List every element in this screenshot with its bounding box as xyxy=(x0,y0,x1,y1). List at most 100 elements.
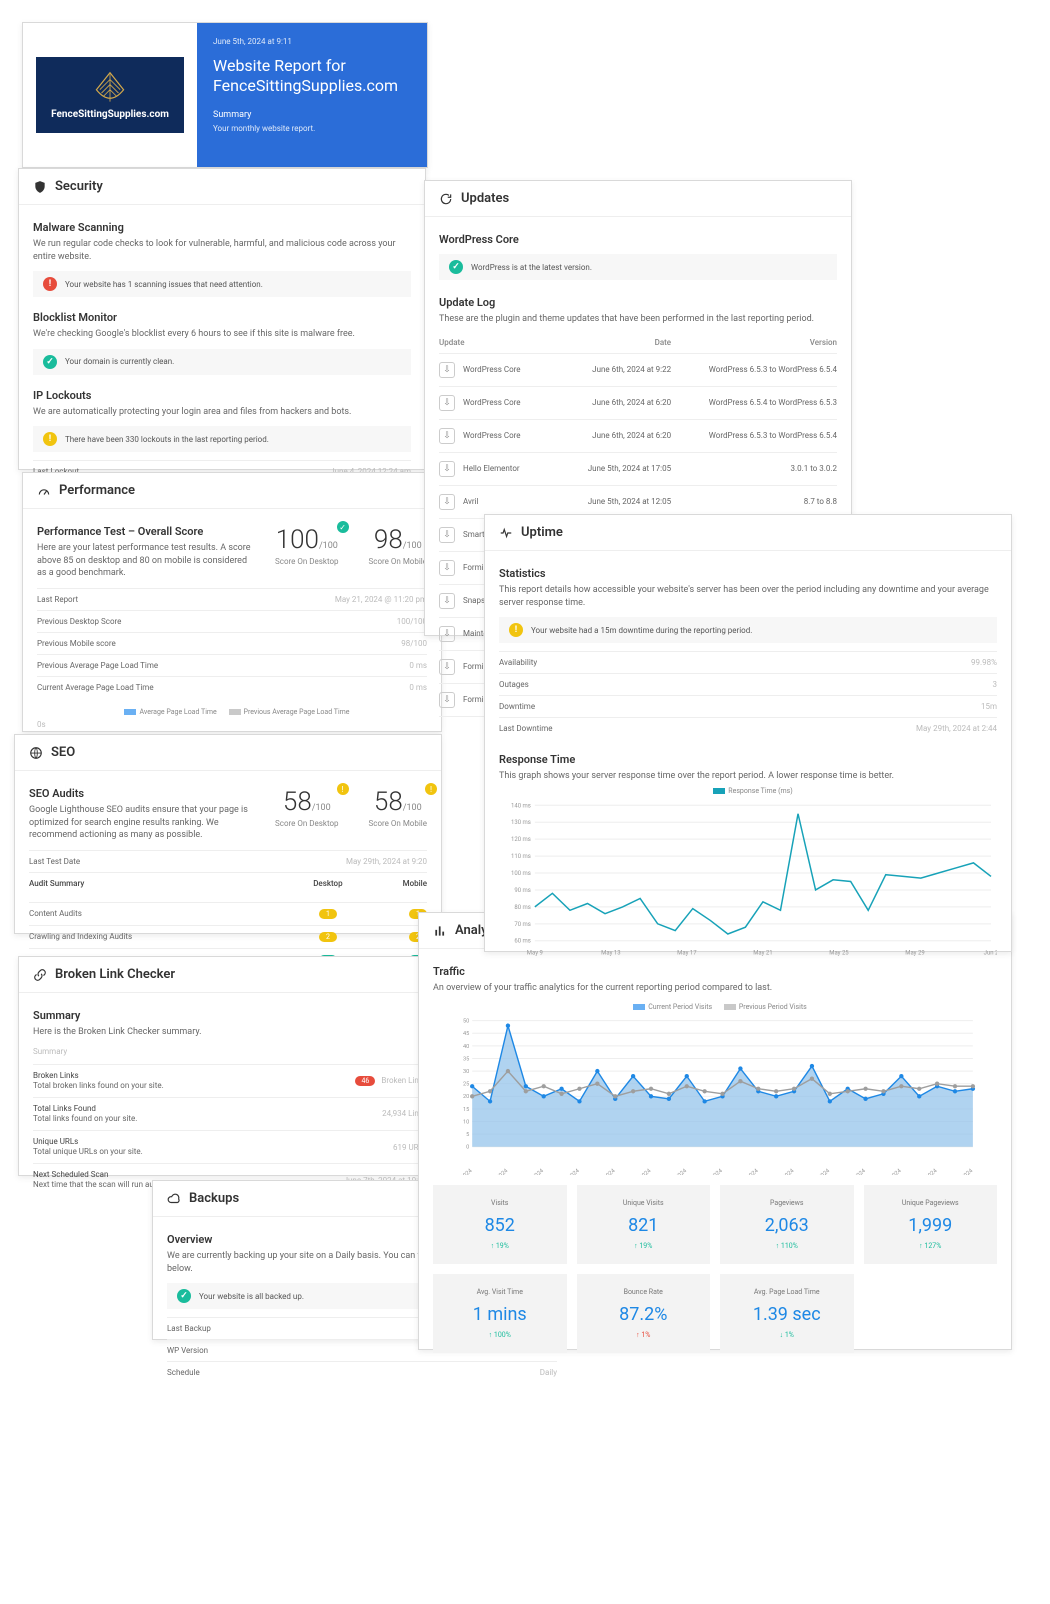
blc-row: Unique URLs Total unique URLs on your si… xyxy=(33,1130,427,1163)
uptime-title: Uptime xyxy=(521,525,563,540)
svg-text:May 21: May 21 xyxy=(753,949,772,956)
gauge-icon xyxy=(37,484,51,498)
kv-key: Previous Desktop Score xyxy=(37,617,121,626)
metric-box: Avg. Visit Time 1 mins ↑ 100% xyxy=(433,1274,567,1353)
package-icon: ⇩ xyxy=(439,560,455,576)
kv-row: Outages 3 xyxy=(499,673,997,695)
update-version: WordPress 6.5.3 to WordPress 6.5.4 xyxy=(671,353,837,386)
svg-text:May 7, 2024: May 7, 2024 xyxy=(446,1167,474,1174)
metric-delta: ↓ 1% xyxy=(724,1331,850,1339)
uptime-card: Uptime Statistics This report details ho… xyxy=(484,514,1012,952)
package-icon: ⇩ xyxy=(439,494,455,510)
svg-text:May 21, 2024: May 21, 2024 xyxy=(694,1167,724,1174)
shield-icon xyxy=(33,180,47,194)
package-icon: ⇩ xyxy=(439,593,455,609)
kv-value: 3 xyxy=(993,680,998,689)
response-legend: Response Time (ms) xyxy=(499,787,997,795)
package-icon: ⇩ xyxy=(439,527,455,543)
col-update: Update xyxy=(439,332,563,354)
metric-delta: ↑ 1% xyxy=(581,1331,707,1339)
svg-text:35: 35 xyxy=(463,1056,469,1062)
blocklist-status: Your domain is currently clean. xyxy=(65,357,174,366)
svg-text:10: 10 xyxy=(463,1119,469,1125)
kv-row: Last Report May 21, 2024 @ 11:20 pm xyxy=(37,588,427,610)
metric-box: Bounce Rate 87.2% ↑ 1% xyxy=(577,1274,711,1353)
update-date: June 6th, 2024 at 9:22 xyxy=(563,353,671,386)
blc-row-key: Unique URLs xyxy=(33,1137,143,1146)
leaf-icon xyxy=(93,71,127,105)
perf-legend: Average Page Load Time Previous Average … xyxy=(37,708,427,716)
uptime-status: Your website had a 15m downtime during t… xyxy=(531,626,752,635)
perf-overall-heading: Performance Test – Overall Score xyxy=(37,525,255,538)
response-time-desc: This graph shows your server response ti… xyxy=(499,770,997,783)
updatelog-heading: Update Log xyxy=(439,296,837,309)
wpcore-status-row: ✓ WordPress is at the latest version. xyxy=(439,254,837,280)
seo-audits-heading: SEO Audits xyxy=(29,787,255,800)
performance-card: Performance Performance Test – Overall S… xyxy=(22,472,442,732)
svg-text:110 ms: 110 ms xyxy=(511,853,531,860)
audit-name: Crawling and Indexing Audits xyxy=(29,932,132,942)
analytics-card: Analytics Traffic An overview of your tr… xyxy=(418,912,1012,1350)
svg-text:May 11, 2024: May 11, 2024 xyxy=(515,1167,545,1174)
traffic-chart: 50454035302520151050May 7, 2024May 9, 20… xyxy=(433,1015,997,1175)
svg-text:15: 15 xyxy=(463,1106,469,1112)
globe-icon xyxy=(29,746,43,760)
svg-text:May 13, 2024: May 13, 2024 xyxy=(551,1167,581,1174)
kv-key: Schedule xyxy=(167,1368,200,1377)
blc-title: Broken Link Checker xyxy=(55,967,175,982)
blc-summary-desc: Here is the Broken Link Checker summary. xyxy=(33,1026,427,1039)
svg-text:May 31, 2024: May 31, 2024 xyxy=(873,1167,903,1174)
kv-row: Last Test Date May 29th, 2024 at 9:20 xyxy=(29,850,427,872)
metric-value: 1.39 sec xyxy=(724,1304,850,1325)
update-name: Hello Elementor xyxy=(463,464,520,473)
backups-title: Backups xyxy=(189,1191,239,1206)
audit-row: Crawling and Indexing Audits 2 2 xyxy=(29,925,427,948)
blc-summary-label: Summary xyxy=(33,1009,427,1022)
package-icon: ⇩ xyxy=(439,692,455,708)
response-time-chart: 140 ms130 ms120 ms110 ms100 ms90 ms80 ms… xyxy=(499,799,997,959)
kv-row: Downtime 15m xyxy=(499,695,997,717)
svg-text:May 25, 2024: May 25, 2024 xyxy=(766,1167,796,1174)
svg-text:100 ms: 100 ms xyxy=(511,870,531,877)
kv-key: Outages xyxy=(499,680,529,689)
uptime-stats-h: Statistics xyxy=(499,567,997,580)
kv-key: Previous Mobile score xyxy=(37,639,116,648)
svg-text:5: 5 xyxy=(466,1132,469,1138)
metric-delta: ↑ 100% xyxy=(437,1331,563,1339)
performance-head: Performance xyxy=(23,473,441,509)
svg-text:Jun 4, 2024: Jun 4, 2024 xyxy=(948,1167,975,1174)
metric-value: 87.2% xyxy=(581,1304,707,1325)
updatelog-desc: These are the plugin and theme updates t… xyxy=(439,313,837,326)
warn-icon: ! xyxy=(43,432,57,446)
pulse-icon xyxy=(499,526,513,540)
package-icon: ⇩ xyxy=(439,362,455,378)
perf-axis-zero: 0s xyxy=(37,720,427,729)
blc-row-key: Total Links Found xyxy=(33,1104,137,1113)
metric-title: Avg. Page Load Time xyxy=(724,1288,850,1296)
desktop-pill: 2 xyxy=(319,932,337,942)
alert-icon: ! xyxy=(43,277,57,291)
logo-panel: FenceSittingSupplies.com xyxy=(23,23,197,167)
warn-icon: ! xyxy=(425,783,437,795)
package-icon: ⇩ xyxy=(439,461,455,477)
update-name: WordPress Core xyxy=(463,431,521,440)
svg-text:Jun 2, 2024: Jun 2, 2024 xyxy=(912,1167,939,1174)
kv-row: Current Average Page Load Time 0 ms xyxy=(37,676,427,698)
svg-text:May 15, 2024: May 15, 2024 xyxy=(587,1167,617,1174)
svg-text:30: 30 xyxy=(463,1069,469,1075)
update-name: WordPress Core xyxy=(463,365,521,374)
kv-key: Last Report xyxy=(37,595,78,604)
blocklist-heading: Blocklist Monitor xyxy=(33,311,411,324)
kv-value: 99.98% xyxy=(971,658,997,667)
blc-row: Broken Links Total broken links found on… xyxy=(33,1064,427,1097)
seo-summary-header: Audit Summary Desktop Mobile xyxy=(29,872,427,894)
svg-text:60 ms: 60 ms xyxy=(514,938,531,945)
kv-key: WP Version xyxy=(167,1346,208,1355)
kv-key: Current Average Page Load Time xyxy=(37,683,154,692)
iplockouts-heading: IP Lockouts xyxy=(33,389,411,402)
svg-text:May 19, 2024: May 19, 2024 xyxy=(659,1167,689,1174)
svg-text:20: 20 xyxy=(463,1094,469,1100)
svg-text:May 17: May 17 xyxy=(677,949,697,956)
table-row: ⇩ WordPress Core June 6th, 2024 at 9:22 W… xyxy=(439,353,837,386)
blc-pill: 46 xyxy=(355,1076,375,1086)
